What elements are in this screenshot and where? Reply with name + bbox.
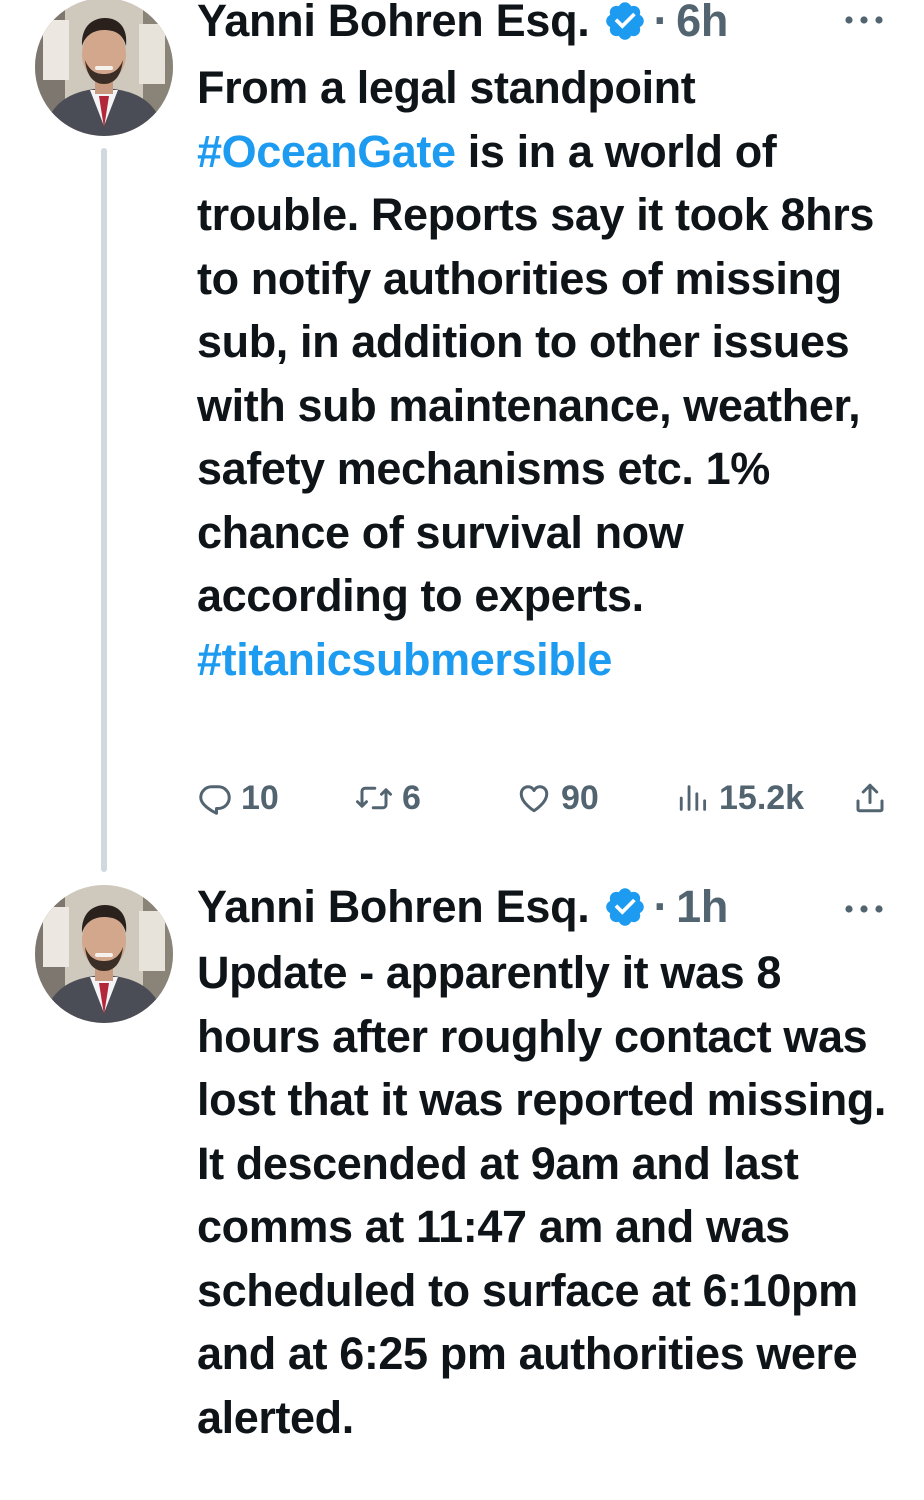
reply-icon: [199, 785, 231, 815]
retweet-icon: [356, 786, 392, 810]
separator-dot: ·: [653, 0, 669, 46]
tweet-time[interactable]: 6h: [676, 0, 728, 47]
views-button[interactable]: 15.2k: [677, 772, 804, 824]
author-avatar[interactable]: [35, 0, 173, 136]
like-button[interactable]: 90: [515, 772, 599, 824]
author-name[interactable]: Yanni Bohren Esq.: [197, 0, 590, 47]
tweet-header: Yanni Bohren Esq. · 6h: [197, 0, 728, 46]
retweet-button[interactable]: 6: [354, 772, 421, 824]
like-count: 90: [561, 778, 599, 817]
share-button[interactable]: [852, 772, 888, 824]
tweet-text: From a legal standpoint #OceanGate is in…: [197, 56, 897, 691]
more-horizontal-icon[interactable]: [843, 13, 885, 27]
author-name[interactable]: Yanni Bohren Esq.: [197, 881, 590, 933]
verified-badge-icon: [606, 888, 645, 926]
hashtag-titanicsubmersible[interactable]: #titanicsubmersible: [197, 634, 612, 685]
tweet-text-segment: From a legal standpoint: [197, 62, 696, 113]
heart-icon: [519, 785, 549, 813]
verified-badge-icon: [606, 2, 645, 40]
tweet-actions: 10 6 90 15.2k: [197, 772, 897, 824]
tweet-header: Yanni Bohren Esq. · 1h: [197, 881, 728, 933]
tweet-text-segment: Update - apparently it was 8 hours after…: [197, 947, 887, 1443]
tweet-time[interactable]: 1h: [676, 881, 728, 933]
thread-connector-line: [101, 148, 107, 872]
views-count: 15.2k: [719, 778, 805, 817]
tweet-text: Update - apparently it was 8 hours after…: [197, 941, 897, 1449]
retweet-count: 6: [402, 778, 421, 817]
share-icon: [856, 783, 884, 813]
tweet-1[interactable]: Yanni Bohren Esq. · 6h From a legal stan…: [0, 0, 924, 885]
tweet-2[interactable]: Yanni Bohren Esq. · 1h Update - apparent…: [0, 881, 924, 1500]
reply-button[interactable]: 10: [197, 772, 279, 824]
hashtag-oceangate[interactable]: #OceanGate: [197, 126, 456, 177]
more-horizontal-icon[interactable]: [843, 902, 885, 916]
separator-dot: ·: [653, 881, 669, 932]
views-chart-icon: [679, 785, 707, 811]
author-avatar[interactable]: [35, 885, 173, 1023]
reply-count: 10: [241, 778, 279, 817]
tweet-text-segment: is in a world of trouble. Reports say it…: [197, 125, 874, 622]
